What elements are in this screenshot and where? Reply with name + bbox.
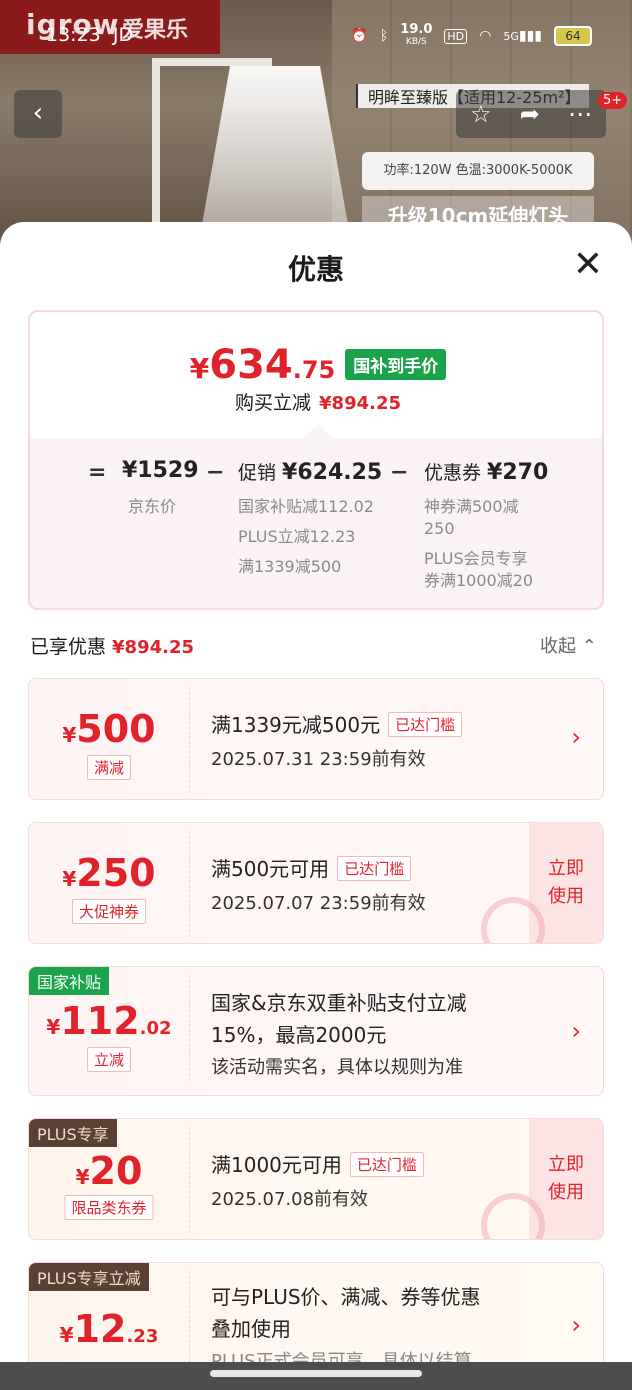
coupon-divider — [189, 831, 190, 937]
cart-badge: 5+ — [598, 92, 628, 109]
coupon-divider — [189, 975, 190, 1081]
coupon-type: 大促神券 — [71, 899, 147, 924]
net-speed: 19.0 KB/S — [400, 22, 433, 47]
coupon-validity: 2025.07.31 23:59前有效 — [211, 749, 426, 770]
coupon-divider — [189, 1127, 190, 1233]
jd-price-value: ¥1529 — [122, 458, 199, 483]
promo-details: 国家补贴减112.02 PLUS立减12.23 满1339减500 — [238, 497, 374, 576]
coupon-amount: ¥112.02 — [46, 999, 172, 1043]
lamp-arm — [152, 58, 272, 66]
close-icon[interactable]: ✕ — [570, 247, 606, 284]
more-icon[interactable]: ⋯ — [568, 100, 592, 128]
national-subsidy-tag: 国家补贴 — [29, 967, 110, 995]
coupon-type: 限品类东券 — [64, 1195, 154, 1220]
chevron-up-icon: ⌃ — [581, 636, 597, 657]
plus-exclusive-tag: PLUS专享 — [29, 1119, 117, 1147]
coupon-card-full-reduction[interactable]: ¥500 满减 满1339元减500元 已达门槛 2025.07.31 23:59… — [28, 678, 604, 800]
coupon-card-plus[interactable]: PLUS专享 ¥20 限品类东券 满1000元可用 已达门槛 2025.07.08… — [28, 1118, 604, 1240]
discount-sheet: 优惠 ✕ ¥634.75 国补到手价 购买立减 ¥894.25 = ¥1529 京… — [0, 222, 632, 1390]
share-icon[interactable]: ➦ — [520, 100, 540, 128]
coupon-validity: 2025.07.08前有效 — [211, 1189, 369, 1210]
plus-discount-tag: PLUS专享立减 — [29, 1263, 149, 1291]
spec-line: 功率:120W 色温:3000K-5000K — [362, 152, 594, 190]
price-summary-card: ¥634.75 国补到手价 购买立减 ¥894.25 = ¥1529 京东价 − … — [28, 310, 604, 610]
lamp-light-beam — [200, 66, 350, 236]
back-button[interactable]: ‹ — [14, 90, 62, 138]
coupon-condition: 满500元可用 已达门槛 — [211, 853, 412, 882]
gesture-bar — [0, 1362, 632, 1390]
coupon-condition: 满1000元可用 已达门槛 — [211, 1149, 424, 1178]
coupon-value: 优惠券 ¥270 — [424, 460, 549, 485]
coupon-amount-area: ¥500 满减 — [29, 679, 189, 799]
coupon-condition: 国家&京东双重补贴支付立减 — [211, 991, 467, 1015]
status-icons: ⏰ ᛒ 19.0 KB/S HD ◠ 5G▮▮▮ 64 — [350, 22, 592, 48]
threshold-reached-badge: 已达门槛 — [337, 856, 412, 881]
coupon-condition: 可与PLUS价、满减、券等优惠 — [211, 1285, 481, 1309]
coupon-amount: ¥12.23 — [59, 1307, 159, 1351]
buy-discount-row: 购买立减 ¥894.25 — [235, 392, 401, 414]
threshold-reached-badge: 已达门槛 — [388, 712, 463, 737]
coupon-divider — [189, 687, 190, 793]
collapse-button[interactable]: 收起 ⌃ — [540, 632, 597, 658]
sheet-title: 优惠 — [287, 253, 344, 286]
threshold-reached-badge: 已达门槛 — [349, 1152, 424, 1177]
coupon-amount: ¥500 — [62, 707, 156, 751]
coupon-condition: 满1339元减500元 已达门槛 — [211, 709, 463, 738]
coupon-type: 满减 — [86, 755, 132, 780]
jd-price-label: 京东价 — [128, 497, 177, 516]
final-price-row: ¥634.75 国补到手价 — [30, 342, 602, 388]
coupon-validity: 2025.07.07 23:59前有效 — [211, 893, 426, 914]
minus-sign-1: − — [206, 460, 225, 485]
coupon-rule: 该活动需实名，具体以规则为准 — [211, 1057, 463, 1078]
coupon-amount-area: ¥250 大促神券 — [29, 823, 189, 943]
final-price-tag: 国补到手价 — [345, 349, 447, 380]
chevron-right-icon[interactable]: › — [571, 723, 581, 751]
alarm-icon: ⏰ — [350, 28, 368, 44]
hd-icon: HD — [444, 28, 468, 44]
coupon-type: 立减 — [86, 1047, 132, 1072]
status-time: 13:23 JD — [46, 24, 134, 46]
coupon-details: 神券满500减 250 PLUS会员专享 券满1000减20 — [424, 497, 534, 590]
battery-icon: 64 — [554, 26, 592, 46]
coupon-card-national-subsidy[interactable]: 国家补贴 ¥112.02 立减 国家&京东双重补贴支付立减 15%，最高2000… — [28, 966, 604, 1096]
wifi-icon: ◠ — [479, 28, 492, 44]
coupon-amount-area: PLUS专享 ¥20 限品类东券 — [29, 1119, 189, 1239]
minus-sign-2: − — [390, 460, 409, 485]
star-icon[interactable]: ☆ — [470, 100, 492, 128]
bluetooth-icon: ᛒ — [379, 28, 389, 44]
coupon-amount-area: 国家补贴 ¥112.02 立减 — [29, 967, 189, 1089]
enjoyed-discount: 已享优惠 ¥894.25 — [30, 636, 194, 658]
equals-sign: = — [88, 460, 107, 485]
coupon-amount: ¥20 — [75, 1149, 143, 1193]
home-indicator[interactable] — [210, 1370, 422, 1377]
signal-icon: 5G▮▮▮ — [503, 28, 542, 44]
coupon-condition-2: 叠加使用 — [211, 1317, 291, 1341]
back-arrow-icon: ‹ — [32, 98, 44, 128]
final-price: ¥634.75 — [189, 342, 336, 388]
chevron-right-icon[interactable]: › — [571, 1017, 581, 1045]
coupon-card-super-coupon[interactable]: ¥250 大促神券 满500元可用 已达门槛 2025.07.07 23:59前有… — [28, 822, 604, 944]
promo-value: 促销 ¥624.25 — [238, 460, 383, 485]
header-actions: ☆ ➦ ⋯ — [456, 90, 606, 138]
coupon-amount: ¥250 — [62, 851, 156, 895]
coupon-condition-2: 15%，最高2000元 — [211, 1023, 387, 1047]
chevron-right-icon[interactable]: › — [571, 1311, 581, 1339]
